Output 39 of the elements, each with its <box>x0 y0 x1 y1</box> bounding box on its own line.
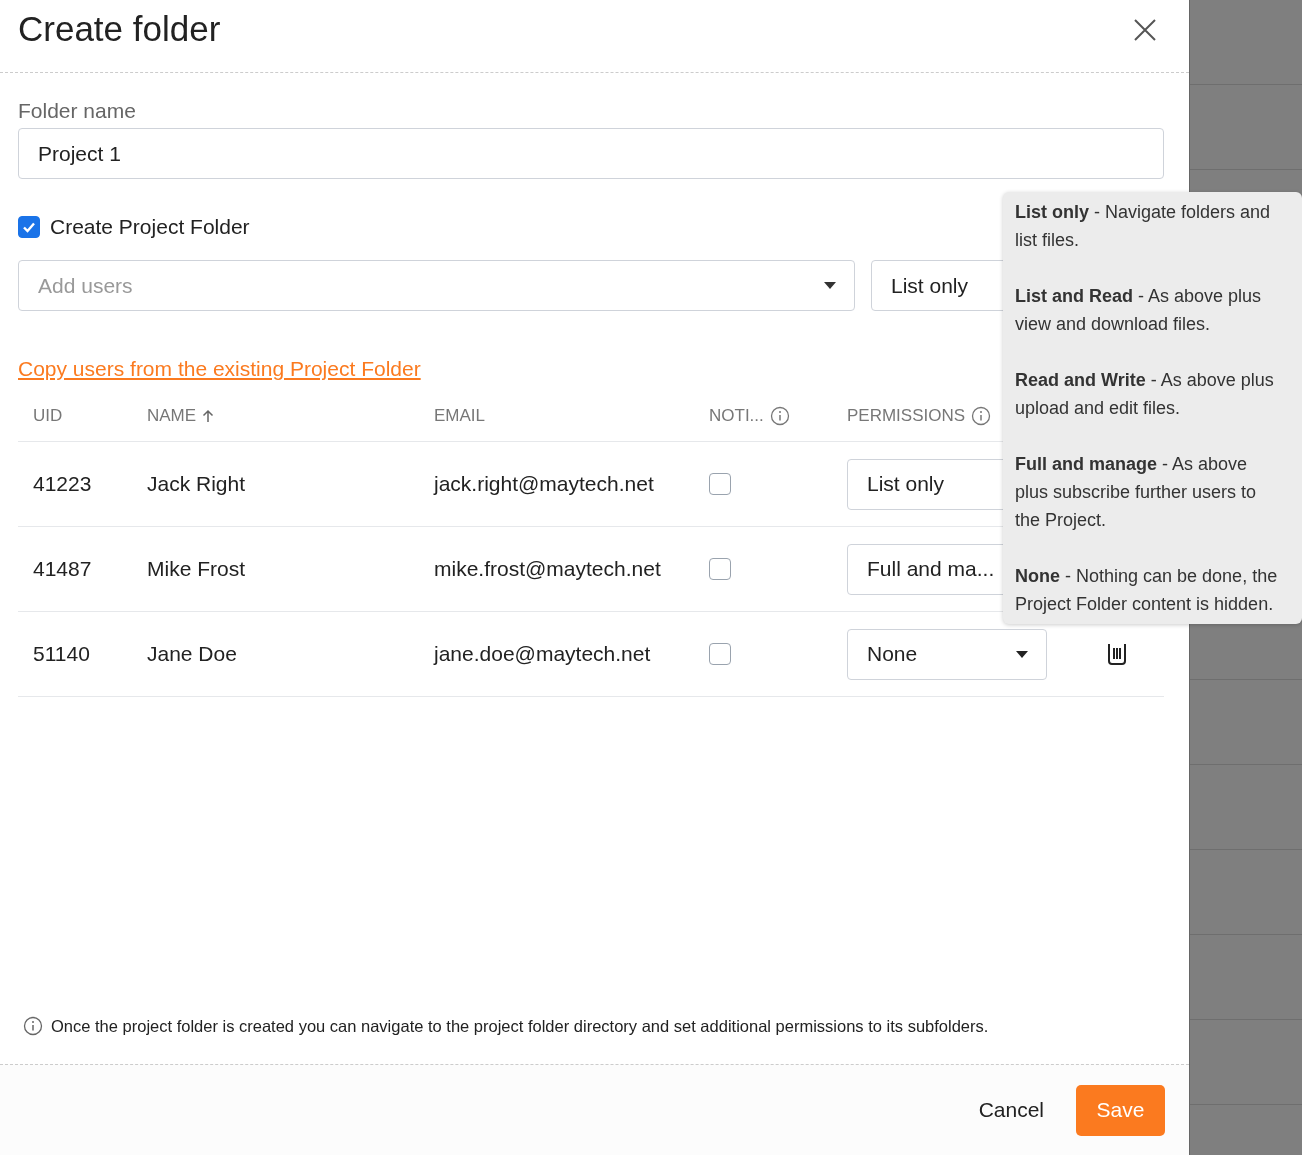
info-icon[interactable] <box>971 406 992 426</box>
column-header[interactable]: UID <box>33 406 63 426</box>
cancel-button[interactable]: Cancel <box>974 1088 1048 1132</box>
info-note: Once the project folder is created you can navigate to the project folder directory and set additional permissions to its subfolders. <box>51 1016 989 1036</box>
notify-checkbox[interactable] <box>709 643 731 665</box>
notify-checkbox[interactable] <box>709 558 731 580</box>
checkbox[interactable] <box>18 216 40 238</box>
close-icon[interactable] <box>1133 18 1157 42</box>
permission-dropdown[interactable]: None <box>847 628 1047 680</box>
name-cell-text: Jack Right <box>147 472 247 496</box>
permission-description: List only - Navigate folders and list files. <box>1015 201 1272 252</box>
name-cell-text: Mike Frost <box>147 557 246 581</box>
checkbox-label: Create Project Folder <box>50 215 250 239</box>
email-cell-text: mike.frost@maytech.net <box>434 557 662 581</box>
info-icon <box>23 1016 43 1036</box>
sort-up-icon[interactable] <box>202 409 215 423</box>
trash-icon[interactable] <box>1107 643 1127 665</box>
uid-cell-text: 41223 <box>32 472 93 496</box>
save-button[interactable]: Save <box>1076 1084 1165 1136</box>
name-cell-text: Jane Doe <box>147 642 238 666</box>
info-icon[interactable] <box>769 406 790 426</box>
permission-description: Read and Write - As above plus upload and edit files. <box>1015 369 1275 420</box>
column-header[interactable]: NOTI... <box>709 406 764 426</box>
notify-checkbox[interactable] <box>709 473 731 495</box>
folder-name-field[interactable]: Project 1 <box>18 128 1164 179</box>
uid-cell-text: 41487 <box>32 557 93 581</box>
email-cell-text: jane.doe@maytech.net <box>434 642 652 666</box>
permission-description: List and Read - As above plus view and download files. <box>1015 285 1263 336</box>
uid-cell-text: 51140 <box>32 642 91 666</box>
column-header[interactable]: NAME <box>147 406 197 426</box>
field-label: Folder name <box>18 99 136 123</box>
copy-users-link[interactable]: Copy users from the existing Project Folder <box>18 357 421 381</box>
caret-icon <box>1016 650 1028 658</box>
add-users-field[interactable]: Add users <box>18 260 855 311</box>
column-header[interactable]: EMAIL <box>434 406 486 426</box>
caret-icon <box>824 282 836 289</box>
email-cell-text: jack.right@maytech.net <box>434 472 655 496</box>
dialog-title: Create folder <box>18 9 221 49</box>
column-header[interactable]: PERMISSIONS <box>847 406 966 426</box>
